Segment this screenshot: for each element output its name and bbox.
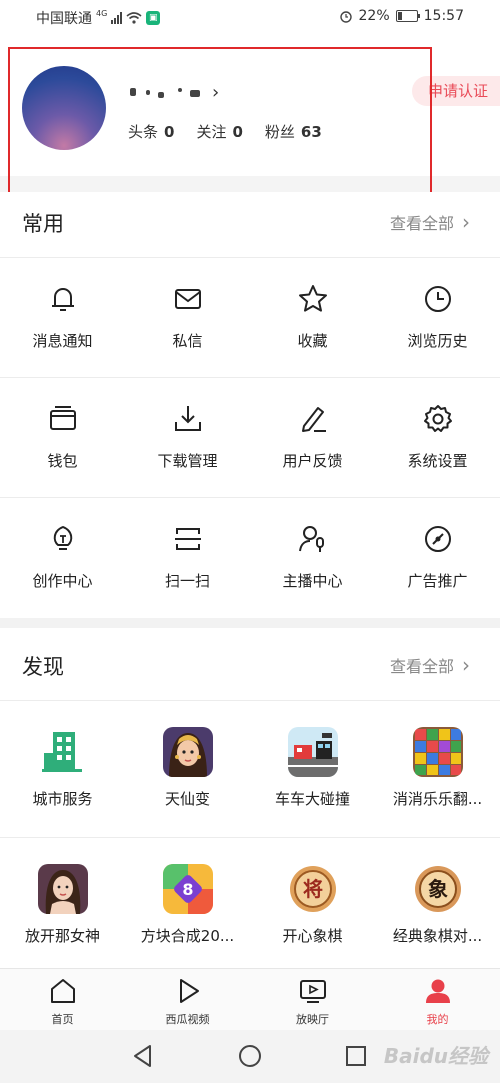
back-icon[interactable] <box>130 1043 156 1069</box>
chevron-right-icon: › <box>462 653 470 677</box>
wallet-icon <box>49 406 76 430</box>
block-merge-icon: 8 <box>162 864 213 914</box>
app-happy-chess[interactable]: 将 开心象棋 <box>250 838 375 974</box>
home-icon <box>50 979 75 1003</box>
chess-jiang-icon: 将 <box>287 864 338 914</box>
tab-home[interactable]: 首页 <box>0 969 125 1031</box>
bell-icon <box>51 288 74 311</box>
grid-item-scan[interactable]: 扫一扫 <box>125 498 250 618</box>
grid-item-favorites[interactable]: 收藏 <box>250 258 375 378</box>
user-icon <box>425 979 450 1003</box>
grid-item-anchor-center[interactable]: 主播中心 <box>250 498 375 618</box>
alarm-icon <box>339 11 352 23</box>
svg-text:象: 象 <box>428 877 448 901</box>
lightbulb-icon <box>53 526 72 550</box>
city-building-icon <box>41 732 82 772</box>
app-tianxianbian[interactable]: 天仙变 <box>125 701 250 837</box>
block-puzzle-icon <box>412 727 463 777</box>
home-circle-icon[interactable] <box>237 1043 263 1069</box>
grid-item-ad-promotion[interactable]: 广告推广 <box>375 498 500 618</box>
status-bar: 中国联通 4G ▣ 22% 15:57 <box>0 0 500 34</box>
signal-icon <box>111 12 123 24</box>
chevron-right-icon: › <box>462 210 470 234</box>
tab-screening-hall[interactable]: 放映厅 <box>250 969 375 1031</box>
play-icon <box>179 979 199 1003</box>
chess-xiang-icon: 象 <box>412 864 463 914</box>
highlight-box <box>8 47 432 200</box>
car-crash-game-icon <box>287 727 338 777</box>
clock-icon <box>424 286 451 312</box>
battery-percent: 22% <box>358 8 390 24</box>
common-view-all-link[interactable]: 查看全部 › <box>390 210 470 234</box>
grid-item-messages[interactable]: 私信 <box>125 258 250 378</box>
app-fangkai-nvshen[interactable]: 放开那女神 <box>0 838 125 974</box>
edit-icon <box>301 407 326 432</box>
grid-item-feedback[interactable]: 用户反馈 <box>250 378 375 498</box>
app-classic-chess[interactable]: 象 经典象棋对... <box>375 838 500 974</box>
status-right: 22% 15:57 <box>339 8 464 24</box>
gear-icon <box>423 405 452 432</box>
bottom-tab-bar: 首页 西瓜视频 放映厅 我的 <box>0 968 500 1031</box>
svg-text:将: 将 <box>303 877 323 901</box>
grid-item-history[interactable]: 浏览历史 <box>375 258 500 378</box>
app-xiaoxiaole[interactable]: 消消乐乐翻... <box>375 701 500 837</box>
tab-xigua-video[interactable]: 西瓜视频 <box>125 969 250 1031</box>
app-city-services[interactable]: 城市服务 <box>0 701 125 837</box>
recents-square-icon[interactable] <box>343 1043 369 1069</box>
discover-section-title: 发现 <box>22 655 64 679</box>
download-icon <box>174 406 201 431</box>
anchor-mic-icon <box>298 526 324 552</box>
game-character-icon <box>162 727 213 777</box>
discover-view-all-link[interactable]: 查看全部 › <box>390 653 470 677</box>
grid-item-downloads[interactable]: 下载管理 <box>125 378 250 498</box>
app-notification-icon: ▣ <box>146 11 161 25</box>
compass-icon <box>424 526 451 552</box>
grid-item-notifications[interactable]: 消息通知 <box>0 258 125 378</box>
status-left: 中国联通 4G ▣ <box>36 8 161 28</box>
common-section-title: 常用 <box>22 212 64 236</box>
mail-icon <box>174 289 201 309</box>
grid-item-wallet[interactable]: 钱包 <box>0 378 125 498</box>
tv-icon <box>299 980 326 1003</box>
svg-text:8: 8 <box>182 880 193 899</box>
network-label: 4G <box>96 8 108 18</box>
clock-time: 15:57 <box>423 8 464 24</box>
grid-item-creator-center[interactable]: 创作中心 <box>0 498 125 618</box>
watermark: Baidu经验 <box>383 1044 488 1068</box>
carrier-label: 中国联通 <box>36 11 92 27</box>
scan-icon <box>174 528 201 550</box>
tab-mine[interactable]: 我的 <box>375 969 500 1031</box>
grid-item-settings[interactable]: 系统设置 <box>375 378 500 498</box>
battery-icon <box>395 10 420 22</box>
goddess-game-icon <box>37 864 88 914</box>
wifi-icon <box>126 12 142 24</box>
app-block-merge[interactable]: 8 方块合成20... <box>125 838 250 974</box>
star-icon <box>298 285 327 312</box>
app-car-crash[interactable]: 车车大碰撞 <box>250 701 375 837</box>
